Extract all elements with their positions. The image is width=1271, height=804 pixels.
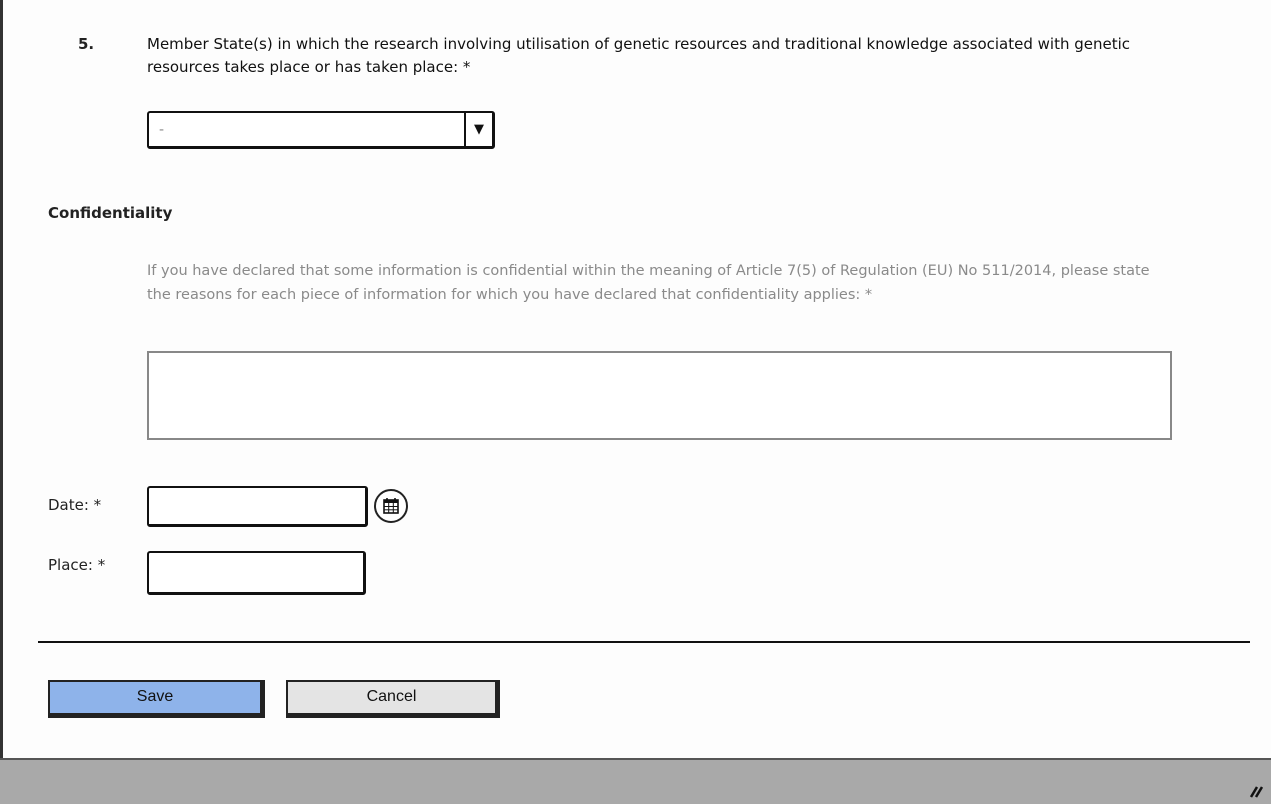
save-button[interactable]: Save — [48, 680, 265, 718]
member-states-question: Member State(s) in which the research in… — [147, 35, 1131, 76]
question-number: 5. — [78, 35, 95, 53]
confidentiality-heading: Confidentiality — [48, 204, 173, 222]
date-label: Date: * — [48, 496, 102, 514]
place-label: Place: * — [48, 556, 106, 574]
member-states-select-value: - — [159, 122, 165, 138]
form-divider — [38, 641, 1250, 643]
cancel-button[interactable]: Cancel — [286, 680, 500, 718]
date-input[interactable] — [147, 486, 368, 527]
status-bar — [0, 758, 1271, 804]
confidentiality-reasons-textarea[interactable] — [147, 351, 1172, 440]
member-states-select[interactable]: - ▼ — [147, 111, 495, 149]
window-left-border — [0, 0, 3, 760]
place-input[interactable] — [147, 551, 366, 595]
chevron-down-icon[interactable]: ▼ — [464, 113, 492, 146]
resize-grip-icon[interactable] — [1247, 782, 1263, 798]
confidentiality-label: If you have declared that some informati… — [147, 263, 1150, 303]
calendar-icon[interactable] — [374, 489, 408, 523]
